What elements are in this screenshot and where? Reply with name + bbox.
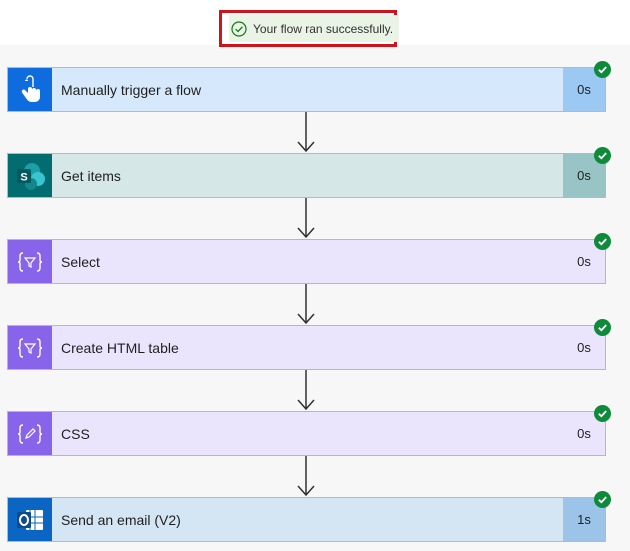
connector-arrow-icon [297, 112, 315, 153]
compose-icon [17, 423, 43, 444]
connector-arrow-icon [297, 198, 315, 239]
run-status-banner: Your flow ran successfully. [219, 10, 400, 47]
step-icon-box [8, 498, 52, 541]
connector-arrow-icon [297, 456, 315, 497]
success-check-icon [594, 319, 611, 336]
success-check-icon [594, 233, 611, 250]
connector-arrow-icon [297, 370, 315, 411]
step-icon-box: S [8, 154, 52, 197]
step-label: Create HTML table [52, 326, 563, 369]
step-icon-box [8, 240, 52, 283]
step-label: Get items [52, 154, 563, 197]
sharepoint-icon: S [17, 162, 45, 190]
step-label: CSS [52, 412, 563, 455]
success-check-icon [594, 61, 611, 78]
flow-step-send-email[interactable]: Send an email (V2) 1s [7, 491, 611, 542]
flow-step-create-html-table[interactable]: Create HTML table 0s [7, 319, 611, 370]
step-label: Select [52, 240, 563, 283]
step-icon-box [8, 68, 52, 111]
outlook-icon [17, 509, 43, 530]
data-operation-icon [17, 251, 43, 272]
flow-step-select[interactable]: Select 0s [7, 233, 611, 284]
success-check-icon [594, 405, 611, 422]
step-icon-box [8, 412, 52, 455]
step-icon-box [8, 326, 52, 369]
step-label: Manually trigger a flow [52, 68, 563, 111]
flow-step-css[interactable]: CSS 0s [7, 405, 611, 456]
check-circle-icon [231, 20, 247, 37]
data-operation-icon [17, 337, 43, 358]
run-status-text: Your flow ran successfully. [253, 21, 394, 36]
flow-step-get-items[interactable]: S Get items 0s [7, 147, 611, 198]
success-check-icon [594, 147, 611, 164]
svg-text:S: S [20, 171, 27, 183]
run-status-banner-content: Your flow ran successfully. [229, 15, 400, 42]
success-check-icon [594, 491, 611, 508]
touch-hand-icon [21, 74, 40, 102]
step-label: Send an email (V2) [52, 498, 563, 541]
connector-arrow-icon [297, 284, 315, 325]
flow-step-manual-trigger[interactable]: Manually trigger a flow 0s [7, 61, 611, 112]
